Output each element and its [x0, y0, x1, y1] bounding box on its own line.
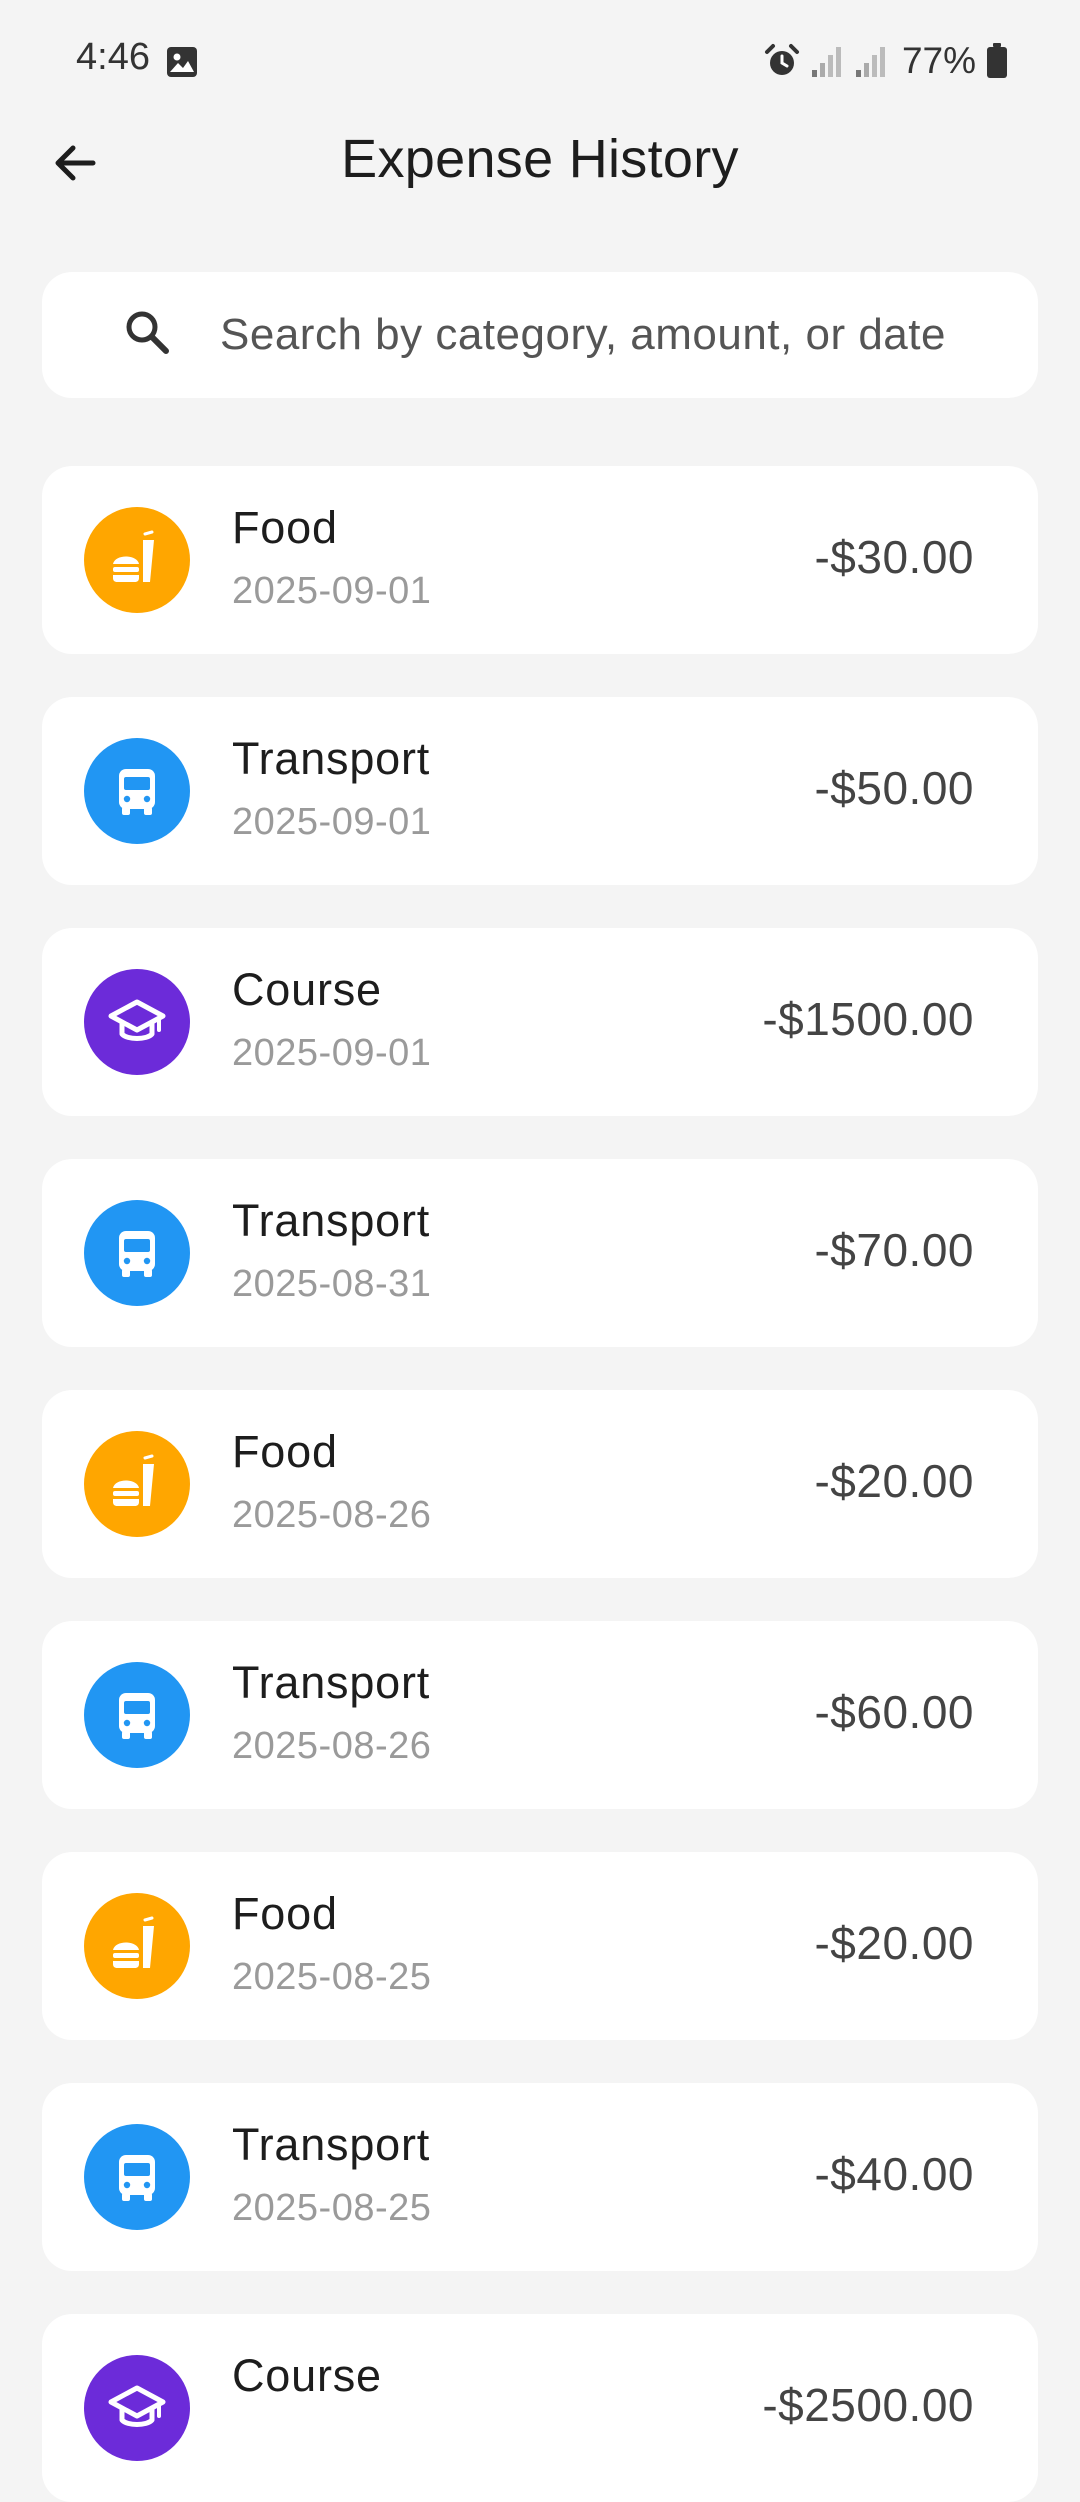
search-input[interactable]: [220, 272, 1010, 398]
expense-date: 2025-08-26: [232, 1725, 432, 1767]
battery-percent: 77%: [901, 40, 976, 81]
status-time: 4:46: [76, 36, 150, 78]
expense-category: Transport: [232, 1657, 431, 1708]
expense-amount: -$20.00: [814, 1917, 974, 1969]
bus-icon: [84, 1662, 190, 1768]
expense-amount: -$20.00: [814, 1455, 974, 1507]
expense-category: Food: [232, 502, 338, 553]
fastfood-icon: [84, 1893, 190, 1999]
expense-amount: -$70.00: [814, 1224, 974, 1276]
search-icon: [126, 311, 169, 354]
expense-amount: -$50.00: [814, 762, 974, 814]
expense-date: 2025-08-31: [232, 1263, 432, 1305]
expense-card[interactable]: Course -$2500.00: [42, 2314, 1038, 2502]
page-title: Expense History: [341, 129, 739, 189]
expense-category: Transport: [232, 1195, 431, 1246]
expense-date: 2025-09-01: [232, 1032, 432, 1074]
expense-card[interactable]: Transport 2025-08-25 -$40.00: [42, 2083, 1038, 2271]
expense-card[interactable]: Food 2025-08-25 -$20.00: [42, 1852, 1038, 2040]
graduation-cap-icon: [84, 2355, 190, 2461]
expense-category: Course: [232, 2350, 382, 2401]
expense-card[interactable]: Transport 2025-09-01 -$50.00: [42, 697, 1038, 885]
expense-amount: -$60.00: [814, 1686, 974, 1738]
expense-date: 2025-08-26: [232, 1494, 432, 1536]
expense-category: Food: [232, 1888, 338, 1939]
expense-category: Course: [232, 964, 382, 1015]
expense-date: 2025-08-25: [232, 2187, 432, 2229]
expense-card[interactable]: Transport 2025-08-31 -$70.00: [42, 1159, 1038, 1347]
fastfood-icon: [84, 507, 190, 613]
signal-icon: [854, 44, 888, 78]
search-box[interactable]: [42, 272, 1038, 398]
battery-icon: [986, 43, 1008, 79]
bus-icon: [84, 738, 190, 844]
expense-date: 2025-09-01: [232, 801, 432, 843]
status-bar: 4:46 77%: [0, 0, 1080, 122]
expense-category: Transport: [232, 2119, 431, 2170]
expense-card[interactable]: Course 2025-09-01 -$1500.00: [42, 928, 1038, 1116]
expense-date: 2025-08-25: [232, 1956, 432, 1998]
expense-category: Food: [232, 1426, 338, 1477]
signal-icon: [810, 44, 844, 78]
expense-amount: -$1500.00: [762, 993, 974, 1045]
expense-date: 2025-09-01: [232, 570, 432, 612]
expense-card[interactable]: Food 2025-08-26 -$20.00: [42, 1390, 1038, 1578]
bus-icon: [84, 2124, 190, 2230]
status-icons: 77%: [764, 36, 1008, 86]
expense-amount: -$2500.00: [762, 2379, 974, 2431]
alarm-icon: [764, 43, 800, 79]
expense-amount: -$40.00: [814, 2148, 974, 2200]
app-bar: Expense History: [0, 118, 1080, 208]
expense-card[interactable]: Food 2025-09-01 -$30.00: [42, 466, 1038, 654]
graduation-cap-icon: [84, 969, 190, 1075]
fastfood-icon: [84, 1431, 190, 1537]
expense-card[interactable]: Transport 2025-08-26 -$60.00: [42, 1621, 1038, 1809]
expense-category: Transport: [232, 733, 431, 784]
gallery-icon: [166, 46, 198, 78]
expense-amount: -$30.00: [814, 531, 974, 583]
bus-icon: [84, 1200, 190, 1306]
